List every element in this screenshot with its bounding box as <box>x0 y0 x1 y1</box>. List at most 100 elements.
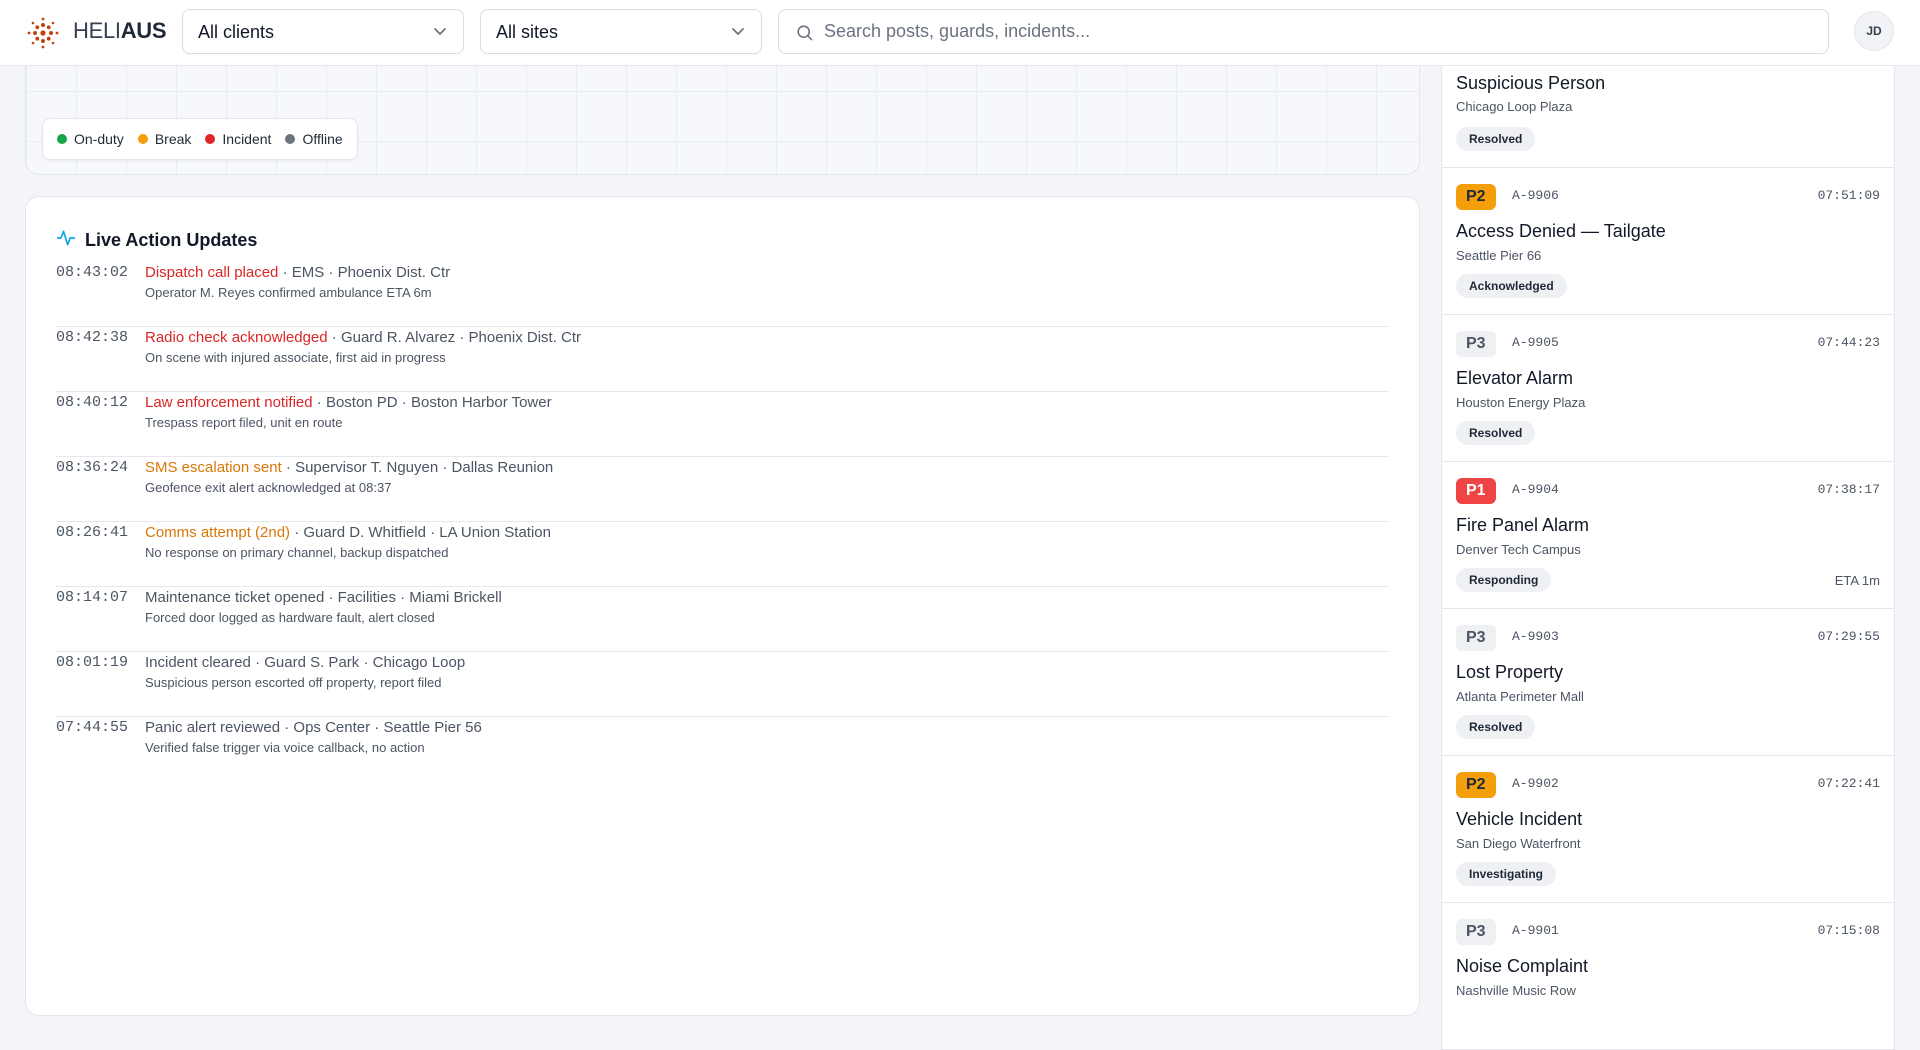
priority-badge: P1 <box>1456 478 1496 504</box>
alert-title: Vehicle Incident <box>1456 809 1583 829</box>
legend-item: Break <box>137 131 192 147</box>
alerts-feed[interactable]: Suspicious Person Chicago Loop Plaza Resol… <box>1441 40 1895 1050</box>
alert-card[interactable]: P2 A-9906 07:51:09 Access Denied — Tailgate… <box>1441 168 1895 315</box>
alert-title: Fire Panel Alarm <box>1456 515 1590 535</box>
update-action: SMS escalation sent <box>145 459 282 476</box>
alert-site: Houston Energy Plaza <box>1456 395 1586 410</box>
update-summary: Incident cleared · Guard S. Park · Chica… <box>145 654 465 671</box>
status-dot-icon <box>205 134 216 144</box>
legend-item: Incident <box>205 131 271 147</box>
update-row[interactable]: 07:44:55 Panic alert reviewed · Ops Cente… <box>56 717 1389 782</box>
update-row[interactable]: 08:01:19 Incident cleared · Guard S. Park… <box>56 652 1389 717</box>
alert-card[interactable]: P3 A-9901 07:15:08 Noise Complaint Nashville… <box>1441 903 1895 1050</box>
search-icon <box>797 25 813 41</box>
alert-time: 07:51:09 <box>1817 188 1880 203</box>
update-detail: Verified false trigger via voice callbac… <box>145 740 425 755</box>
legend-item: On-duty <box>57 131 124 147</box>
status-dot-icon <box>285 134 296 144</box>
legend-label: Incident <box>222 131 272 147</box>
alert-site: San Diego Waterfront <box>1456 836 1581 851</box>
update-detail: Operator M. Reyes confirmed ambulance ET… <box>145 285 432 300</box>
live-updates-list: 08:43:02 Dispatch call placed · EMS · Pho… <box>56 262 1389 782</box>
update-detail: Forced door logged as hardware fault, al… <box>145 610 435 625</box>
update-time: 08:14:07 <box>56 589 129 606</box>
status-dot-icon <box>57 134 67 144</box>
alert-site: Denver Tech Campus <box>1456 542 1581 557</box>
alert-site: Chicago Loop Plaza <box>1456 99 1573 114</box>
alert-title: Noise Complaint <box>1456 956 1589 976</box>
alert-card[interactable]: P3 A-9903 07:29:55 Lost Property Atlanta Per… <box>1441 609 1895 756</box>
update-context: · Ops Center · Seattle Pier 56 <box>280 719 482 736</box>
update-time: 08:42:38 <box>56 329 129 346</box>
status-dot-icon <box>137 134 148 144</box>
update-context: · EMS · Phoenix Dist. Ctr <box>278 264 451 281</box>
heliaus-logo-icon <box>26 16 60 50</box>
live-updates-title: Live Action Updates <box>85 230 258 250</box>
update-detail: Trespass report filed, unit en route <box>145 415 343 430</box>
update-detail: Suspicious person escorted off property,… <box>145 675 442 690</box>
status-badge: Responding <box>1456 568 1552 592</box>
update-detail: Geofence exit alert acknowledged at 08:3… <box>145 480 392 495</box>
update-time: 08:43:02 <box>56 264 129 281</box>
alert-title: Suspicious Person <box>1456 73 1606 93</box>
alert-site: Nashville Music Row <box>1456 983 1576 998</box>
clients-select[interactable]: All clients <box>182 9 464 54</box>
update-summary: Comms attempt (2nd) · Guard D. Whitfield… <box>145 524 551 541</box>
update-action: Panic alert reviewed <box>145 719 281 736</box>
status-badge: Resolved <box>1456 715 1536 739</box>
update-summary: Law enforcement notified · Boston PD · B… <box>145 394 552 411</box>
update-summary: Dispatch call placed · EMS · Phoenix Dis… <box>145 264 450 281</box>
legend-item: Offline <box>285 131 343 147</box>
update-row[interactable]: 08:40:12 Law enforcement notified · Bosto… <box>56 392 1389 457</box>
update-context: · Facilities · Miami Brickell <box>324 589 502 606</box>
alert-id: A-9905 <box>1512 335 1559 350</box>
alert-id: A-9901 <box>1512 923 1559 938</box>
update-context: · Guard D. Whitfield · LA Union Station <box>290 524 551 541</box>
alert-card[interactable]: P2 A-9902 07:22:41 Vehicle Incident San Dieg… <box>1441 756 1895 903</box>
update-action: Comms attempt (2nd) <box>145 524 291 541</box>
update-row[interactable]: 08:26:41 Comms attempt (2nd) · Guard D. W… <box>56 522 1389 587</box>
update-context: · Guard S. Park · Chicago Loop <box>250 654 466 671</box>
update-summary: Radio check acknowledged · Guard R. Alva… <box>145 329 581 346</box>
update-row[interactable]: 08:14:07 Maintenance ticket opened · Faci… <box>56 587 1389 652</box>
alert-eta: ETA 1m <box>1834 573 1880 588</box>
update-time: 08:36:24 <box>56 459 129 476</box>
priority-badge: P2 <box>1456 184 1496 210</box>
legend-label: On-duty <box>74 131 124 147</box>
chevron-down-icon <box>732 28 744 36</box>
update-action: Radio check acknowledged <box>145 329 328 346</box>
update-action: Incident cleared <box>145 654 251 671</box>
update-action: Maintenance ticket opened <box>145 589 325 606</box>
legend-label: Break <box>154 131 192 147</box>
update-detail: No response on primary channel, backup d… <box>145 545 449 560</box>
update-context: · Boston PD · Boston Harbor Tower <box>312 394 552 411</box>
search-input[interactable] <box>824 11 1814 52</box>
alert-site: Atlanta Perimeter Mall <box>1456 689 1584 704</box>
global-search[interactable] <box>778 9 1829 54</box>
user-avatar[interactable]: JD <box>1854 11 1894 51</box>
priority-badge: P3 <box>1456 331 1496 357</box>
alert-site: Seattle Pier 66 <box>1456 248 1542 263</box>
alert-card[interactable]: P1 A-9904 07:38:17 Fire Panel Alarm Denver T… <box>1441 462 1895 609</box>
alert-title: Access Denied — Tailgate <box>1456 221 1666 241</box>
update-context: · Supervisor T. Nguyen · Dallas Reunion <box>281 459 554 476</box>
status-badge: Resolved <box>1456 421 1536 445</box>
alert-title: Lost Property <box>1456 662 1564 682</box>
legend-label: Offline <box>302 131 343 147</box>
alert-card[interactable]: P3 A-9905 07:44:23 Elevator Alarm Houston En… <box>1441 315 1895 462</box>
status-badge: Resolved <box>1456 127 1536 151</box>
update-row[interactable]: 08:36:24 SMS escalation sent · Supervisor… <box>56 457 1389 522</box>
priority-badge: P3 <box>1456 919 1496 945</box>
sites-select[interactable]: All sites <box>480 9 762 54</box>
update-action: Law enforcement notified <box>145 394 313 411</box>
status-badge: Acknowledged <box>1456 274 1567 298</box>
update-row[interactable]: 08:43:02 Dispatch call placed · EMS · Pho… <box>56 262 1389 327</box>
update-summary: Panic alert reviewed · Ops Center · Seat… <box>145 719 482 736</box>
clients-select-value: All clients <box>198 22 275 42</box>
activity-icon <box>56 228 76 253</box>
update-row[interactable]: 08:42:38 Radio check acknowledged · Guard… <box>56 327 1389 392</box>
alert-time: 07:29:55 <box>1817 629 1880 644</box>
brand-name: HELIAUS <box>73 18 167 43</box>
chevron-down-icon <box>434 28 446 36</box>
alert-time: 07:44:23 <box>1817 335 1880 350</box>
